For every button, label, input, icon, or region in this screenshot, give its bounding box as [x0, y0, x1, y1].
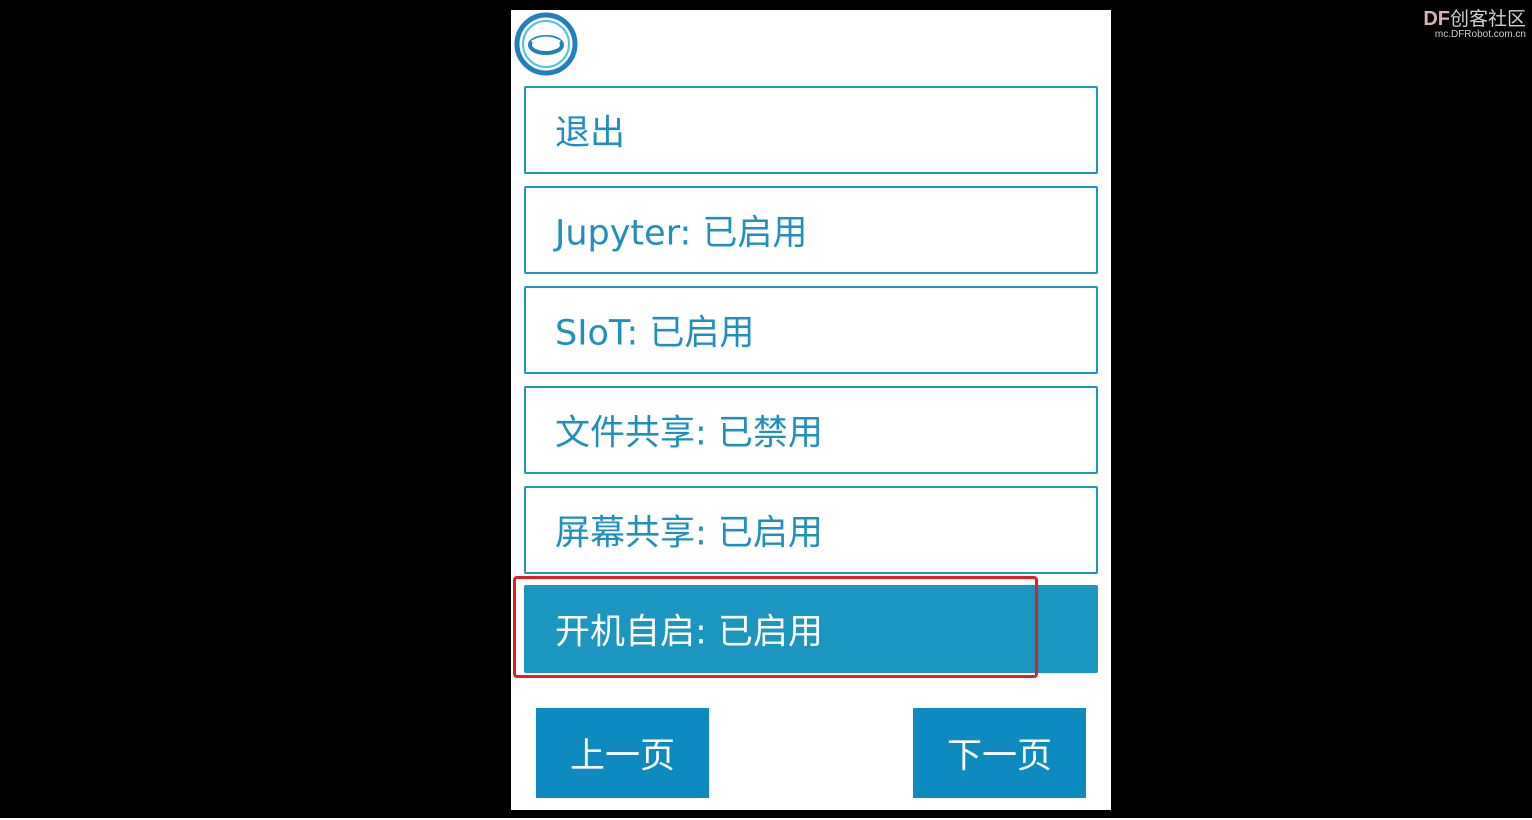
- watermark-brand: DF: [1423, 8, 1450, 30]
- menu-item-label: 开机自启: 已启用: [555, 612, 823, 653]
- menu-item-file-sharing[interactable]: 文件共享: 已禁用: [524, 386, 1098, 474]
- menu-item-label: SIoT: 已启用: [555, 313, 755, 354]
- menu-item-autostart[interactable]: 开机自启: 已启用: [524, 585, 1098, 673]
- watermark-name: 创客社区: [1449, 8, 1526, 30]
- next-page-label: 下一页: [946, 736, 1052, 777]
- next-page-button[interactable]: 下一页: [913, 708, 1086, 798]
- menu-item-label: 退出: [555, 113, 626, 154]
- prev-page-button[interactable]: 上一页: [536, 708, 709, 798]
- loop-ring-logo-icon: [514, 12, 578, 76]
- menu-item-screen-sharing[interactable]: 屏幕共享: 已启用: [524, 486, 1098, 574]
- menu-item-siot[interactable]: SIoT: 已启用: [524, 286, 1098, 374]
- device-screen: 退出 Jupyter: 已启用 SIoT: 已启用 文件共享: 已禁用 屏幕共享…: [511, 10, 1111, 810]
- watermark: DF创客社区 mc.DFRobot.com.cn: [1423, 4, 1526, 40]
- menu-item-label: 屏幕共享: 已启用: [555, 513, 823, 554]
- menu-item-label: 文件共享: 已禁用: [555, 413, 823, 454]
- menu-item-jupyter[interactable]: Jupyter: 已启用: [524, 186, 1098, 274]
- menu-item-exit[interactable]: 退出: [524, 86, 1098, 174]
- menu-item-label: Jupyter: 已启用: [555, 213, 808, 254]
- watermark-url: mc.DFRobot.com.cn: [1434, 29, 1526, 40]
- prev-page-label: 上一页: [569, 736, 675, 777]
